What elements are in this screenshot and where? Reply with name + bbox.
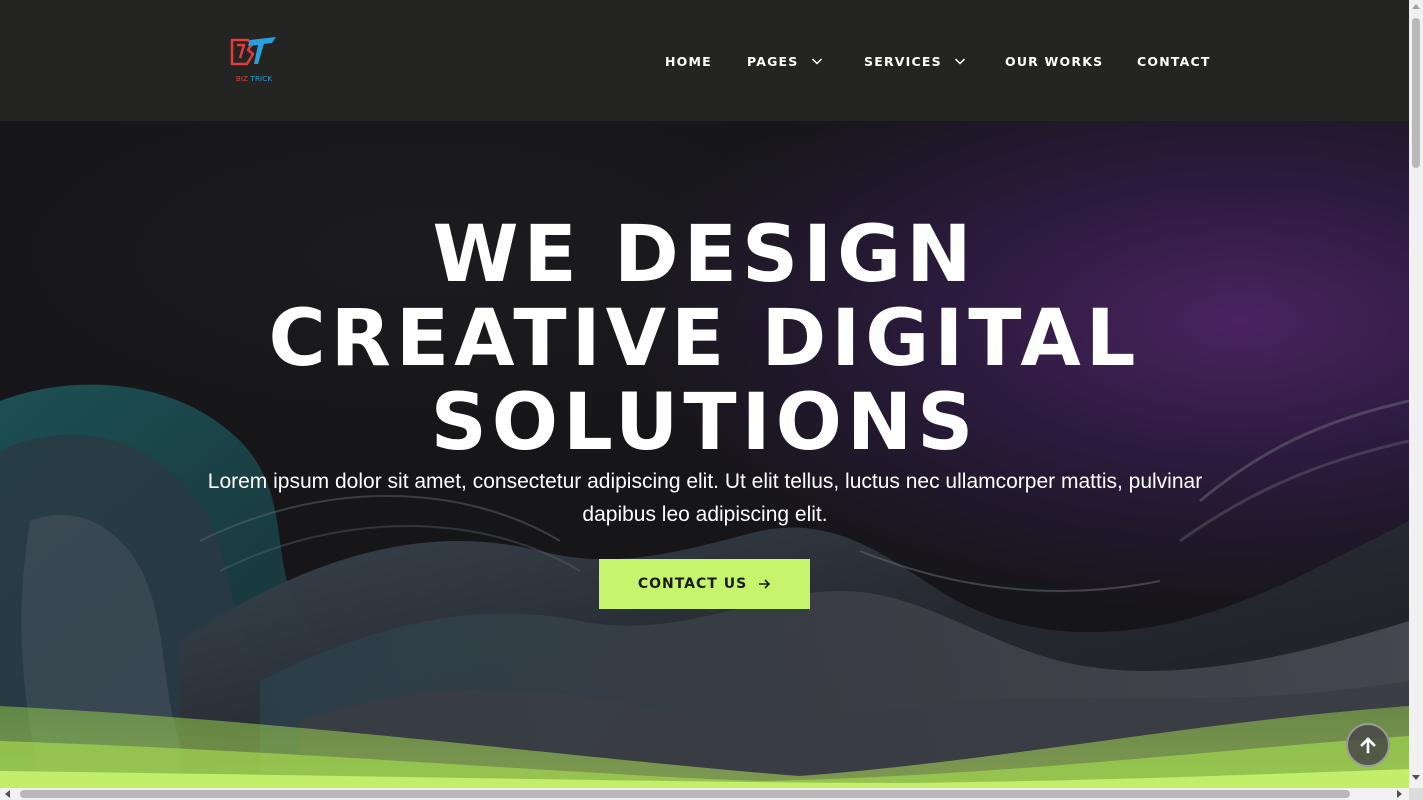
nav-item-home[interactable]: HOME bbox=[665, 51, 712, 71]
scroll-to-top-button[interactable] bbox=[1346, 723, 1390, 767]
scroll-up-arrow-icon[interactable] bbox=[1412, 4, 1420, 9]
vertical-scrollbar-thumb[interactable] bbox=[1412, 18, 1420, 168]
chevron-down-icon bbox=[811, 58, 822, 65]
main-nav: HOME PAGES SERVICES OUR WORKS CONTACT bbox=[0, 51, 1409, 71]
horizontal-scrollbar-thumb[interactable] bbox=[20, 790, 1350, 798]
hero-subtitle: Lorem ipsum dolor sit amet, consectetur … bbox=[207, 470, 1203, 526]
nav-label: CONTACT bbox=[1137, 53, 1211, 69]
nav-item-contact[interactable]: CONTACT bbox=[1137, 51, 1211, 71]
arrow-up-icon bbox=[1360, 737, 1376, 754]
nav-label: HOME bbox=[665, 53, 712, 69]
scroll-down-arrow-icon[interactable] bbox=[1412, 775, 1420, 780]
page: BIZ TRICK HOME PAGES SERVICES OUR WORKS bbox=[0, 0, 1423, 800]
scrollbar-corner bbox=[1409, 788, 1423, 800]
nav-label: OUR WORKS bbox=[1005, 53, 1104, 69]
hero-title-line: CREATIVE DIGITAL bbox=[268, 294, 1141, 384]
nav-label: SERVICES bbox=[864, 53, 942, 69]
scroll-left-arrow-icon[interactable] bbox=[5, 790, 10, 798]
contact-us-button[interactable]: CONTACT US bbox=[599, 559, 810, 609]
hero-title-line: SOLUTIONS bbox=[430, 378, 979, 468]
nav-label: PAGES bbox=[747, 53, 799, 69]
hero-title-line: WE DESIGN bbox=[432, 210, 977, 300]
nav-item-our-works[interactable]: OUR WORKS bbox=[1005, 51, 1103, 71]
horizontal-scrollbar[interactable] bbox=[0, 788, 1409, 800]
site-header: BIZ TRICK HOME PAGES SERVICES OUR WORKS bbox=[0, 0, 1409, 121]
arrow-right-icon bbox=[759, 579, 771, 589]
nav-item-pages[interactable]: PAGES bbox=[747, 51, 823, 71]
hero-title: WE DESIGN CREATIVE DIGITAL SOLUTIONS bbox=[0, 213, 1409, 465]
cta-label: CONTACT US bbox=[637, 576, 748, 592]
logo-text: BIZ TRICK bbox=[235, 75, 273, 83]
hero-section: WE DESIGN CREATIVE DIGITAL SOLUTIONS Lor… bbox=[0, 121, 1409, 788]
chevron-down-icon bbox=[954, 58, 965, 65]
nav-item-services[interactable]: SERVICES bbox=[864, 51, 966, 71]
vertical-scrollbar[interactable] bbox=[1409, 0, 1423, 788]
scroll-right-arrow-icon[interactable] bbox=[1397, 790, 1402, 798]
